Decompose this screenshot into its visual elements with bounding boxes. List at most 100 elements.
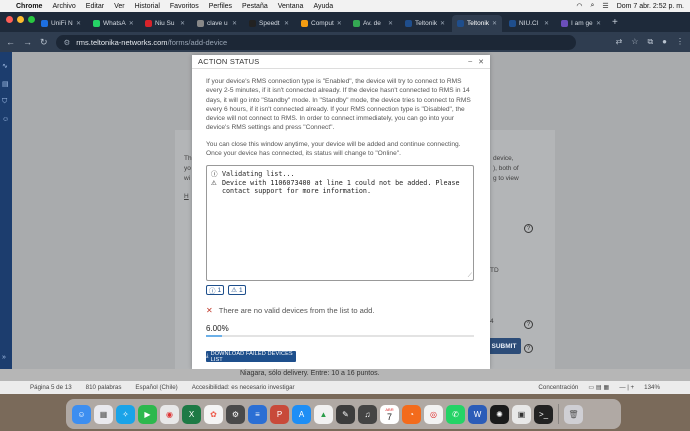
- menu-editar[interactable]: Editar: [86, 3, 104, 10]
- info-count-filter[interactable]: ⓘ 1: [206, 285, 225, 296]
- back-icon[interactable]: ←: [6, 37, 15, 47]
- browser-tab-strip: UniFi N ✕ WhatsA ✕ Niu Su ✕ clave u ✕ Speedt ✕ Com…: [0, 12, 690, 32]
- menu-perfiles[interactable]: Perfiles: [209, 3, 232, 10]
- accessibility-status[interactable]: Accesibilidad: es necesario investigar: [192, 384, 295, 391]
- site-info-icon[interactable]: ⚙: [64, 38, 71, 47]
- language[interactable]: Español (Chile): [135, 384, 177, 391]
- zoom-slider[interactable]: — | +: [619, 384, 634, 391]
- finder-icon[interactable]: ☺: [72, 404, 91, 424]
- browser-tab[interactable]: Niu Su ✕: [140, 15, 190, 32]
- forward-icon[interactable]: →: [23, 37, 32, 47]
- browser-tab[interactable]: I am ge ✕: [556, 15, 606, 32]
- close-tab-icon[interactable]: ✕: [544, 20, 549, 27]
- page-count[interactable]: Página 5 de 13: [30, 384, 72, 391]
- facetime-icon[interactable]: ▶: [138, 404, 157, 424]
- tab-favicon-icon: [457, 20, 464, 27]
- browser-tab[interactable]: Teltonik ✕: [452, 15, 502, 32]
- safari-icon[interactable]: ✧: [116, 404, 135, 424]
- users-icon[interactable]: ☺: [2, 116, 10, 124]
- menu-ver[interactable]: Ver: [114, 3, 125, 10]
- menu-chrome[interactable]: Chrome: [16, 3, 42, 10]
- menubar-clock[interactable]: Dom 7 abr. 2:52 p. m.: [617, 3, 684, 10]
- activity-icon[interactable]: ∿: [2, 62, 10, 70]
- trash-icon[interactable]: 🗑: [564, 404, 583, 424]
- address-bar[interactable]: ⚙ rms.teltonika-networks.com/forms/add-d…: [55, 34, 576, 50]
- close-tab-icon[interactable]: ✕: [284, 20, 289, 27]
- close-tab-icon[interactable]: ✕: [337, 20, 342, 27]
- browser-tab[interactable]: clave u ✕: [192, 15, 242, 32]
- preview-icon[interactable]: ▣: [512, 404, 531, 424]
- word-icon[interactable]: W: [468, 404, 487, 424]
- help-icon[interactable]: ?: [524, 344, 533, 353]
- close-tab-icon[interactable]: ✕: [76, 20, 81, 27]
- validation-log[interactable]: ⓘ Validating list... ⚠ Device with 1106073…: [206, 165, 474, 282]
- excel-icon[interactable]: X: [182, 404, 201, 424]
- music-icon[interactable]: ♫: [358, 404, 377, 424]
- close-tab-icon[interactable]: ✕: [596, 20, 601, 27]
- browser-tab[interactable]: Teltonik ✕: [400, 15, 450, 32]
- resize-handle-icon[interactable]: ⟋: [468, 272, 472, 280]
- app-store-icon[interactable]: A: [292, 404, 311, 424]
- extensions-icon[interactable]: ⧉: [647, 37, 653, 47]
- browser-tab[interactable]: Av. de ✕: [348, 15, 398, 32]
- close-icon[interactable]: ✕: [478, 58, 484, 66]
- close-tab-icon[interactable]: ✕: [492, 20, 497, 27]
- bookmark-star-icon[interactable]: ☆: [631, 37, 638, 47]
- shield-icon[interactable]: ⛉: [2, 98, 10, 106]
- menu-favoritos[interactable]: Favoritos: [170, 3, 199, 10]
- notes-icon[interactable]: ✎: [336, 404, 355, 424]
- close-tab-icon[interactable]: ✕: [129, 20, 134, 27]
- close-window-icon[interactable]: [6, 16, 13, 23]
- close-tab-icon[interactable]: ✕: [440, 20, 445, 27]
- stocks-icon[interactable]: ≡: [248, 404, 267, 424]
- zoom-level[interactable]: 134%: [644, 384, 660, 391]
- terminal-icon[interactable]: >_: [534, 404, 553, 424]
- browser-tab[interactable]: Speedt ✕: [244, 15, 294, 32]
- wifi-icon[interactable]: ◠: [576, 2, 582, 10]
- close-tab-icon[interactable]: ✕: [180, 20, 185, 27]
- calendar-icon[interactable]: ABR 7: [380, 404, 399, 424]
- powerpoint-icon[interactable]: P: [270, 404, 289, 424]
- new-tab-icon[interactable]: +: [612, 17, 618, 28]
- profile-avatar[interactable]: ●: [662, 37, 667, 47]
- menu-dots-icon[interactable]: ⋮: [676, 37, 684, 47]
- browser-tab[interactable]: UniFi N ✕: [36, 15, 86, 32]
- menu-ayuda[interactable]: Ayuda: [313, 3, 333, 10]
- browser-tab[interactable]: Comput ✕: [296, 15, 346, 32]
- help-icon[interactable]: ?: [524, 320, 533, 329]
- help-icon[interactable]: ?: [524, 224, 533, 233]
- download-failed-devices-button[interactable]: ⤓ DOWNLOAD FAILED DEVICES LIST: [206, 351, 296, 363]
- photos-icon[interactable]: ✿: [204, 404, 223, 424]
- menu-historial[interactable]: Historial: [135, 3, 160, 10]
- browser-tab[interactable]: NIU.Cl ✕: [504, 15, 554, 32]
- close-tab-icon[interactable]: ✕: [388, 20, 393, 27]
- drive-icon[interactable]: ▲: [314, 404, 333, 424]
- maps-icon[interactable]: ◎: [424, 404, 443, 424]
- whatsapp-icon[interactable]: ✆: [446, 404, 465, 424]
- word-count[interactable]: 810 palabras: [86, 384, 122, 391]
- devices-icon[interactable]: ▤: [2, 80, 10, 88]
- macos-dock: ☺ ▦ ✧ ▶ ◉ X ✿ ⚙ ≡ P A ▲ ✎ ♫ ABR 7 ◔ ◎ ✆ W…: [66, 399, 621, 429]
- chrome-icon[interactable]: ◉: [160, 404, 179, 424]
- browser-tab[interactable]: WhatsA ✕: [88, 15, 138, 32]
- submit-button[interactable]: SUBMIT: [487, 338, 521, 354]
- system-settings-icon[interactable]: ⚙: [226, 404, 245, 424]
- warning-count-filter[interactable]: ⚠ 1: [228, 285, 246, 296]
- reload-icon[interactable]: ↻: [40, 37, 48, 48]
- chatgpt-icon[interactable]: ✺: [490, 404, 509, 424]
- menu-ventana[interactable]: Ventana: [278, 3, 304, 10]
- minimize-icon[interactable]: –: [468, 58, 472, 66]
- search-icon[interactable]: ⌕: [590, 2, 594, 10]
- close-tab-icon[interactable]: ✕: [232, 20, 237, 27]
- launchpad-icon[interactable]: ▦: [94, 404, 113, 424]
- expand-sidebar-icon[interactable]: »: [2, 354, 10, 362]
- menu-archivo[interactable]: Archivo: [52, 3, 75, 10]
- zoom-window-icon[interactable]: [28, 16, 35, 23]
- translate-icon[interactable]: ⇄: [616, 37, 623, 47]
- menu-pestana[interactable]: Pestaña: [242, 3, 268, 10]
- minimize-window-icon[interactable]: [17, 16, 24, 23]
- firefox-icon[interactable]: ◔: [402, 404, 421, 424]
- focus-mode[interactable]: Concentración: [538, 384, 578, 391]
- control-center-icon[interactable]: ☰: [602, 2, 608, 10]
- view-icons[interactable]: ▭ ▤ ▦: [588, 384, 609, 391]
